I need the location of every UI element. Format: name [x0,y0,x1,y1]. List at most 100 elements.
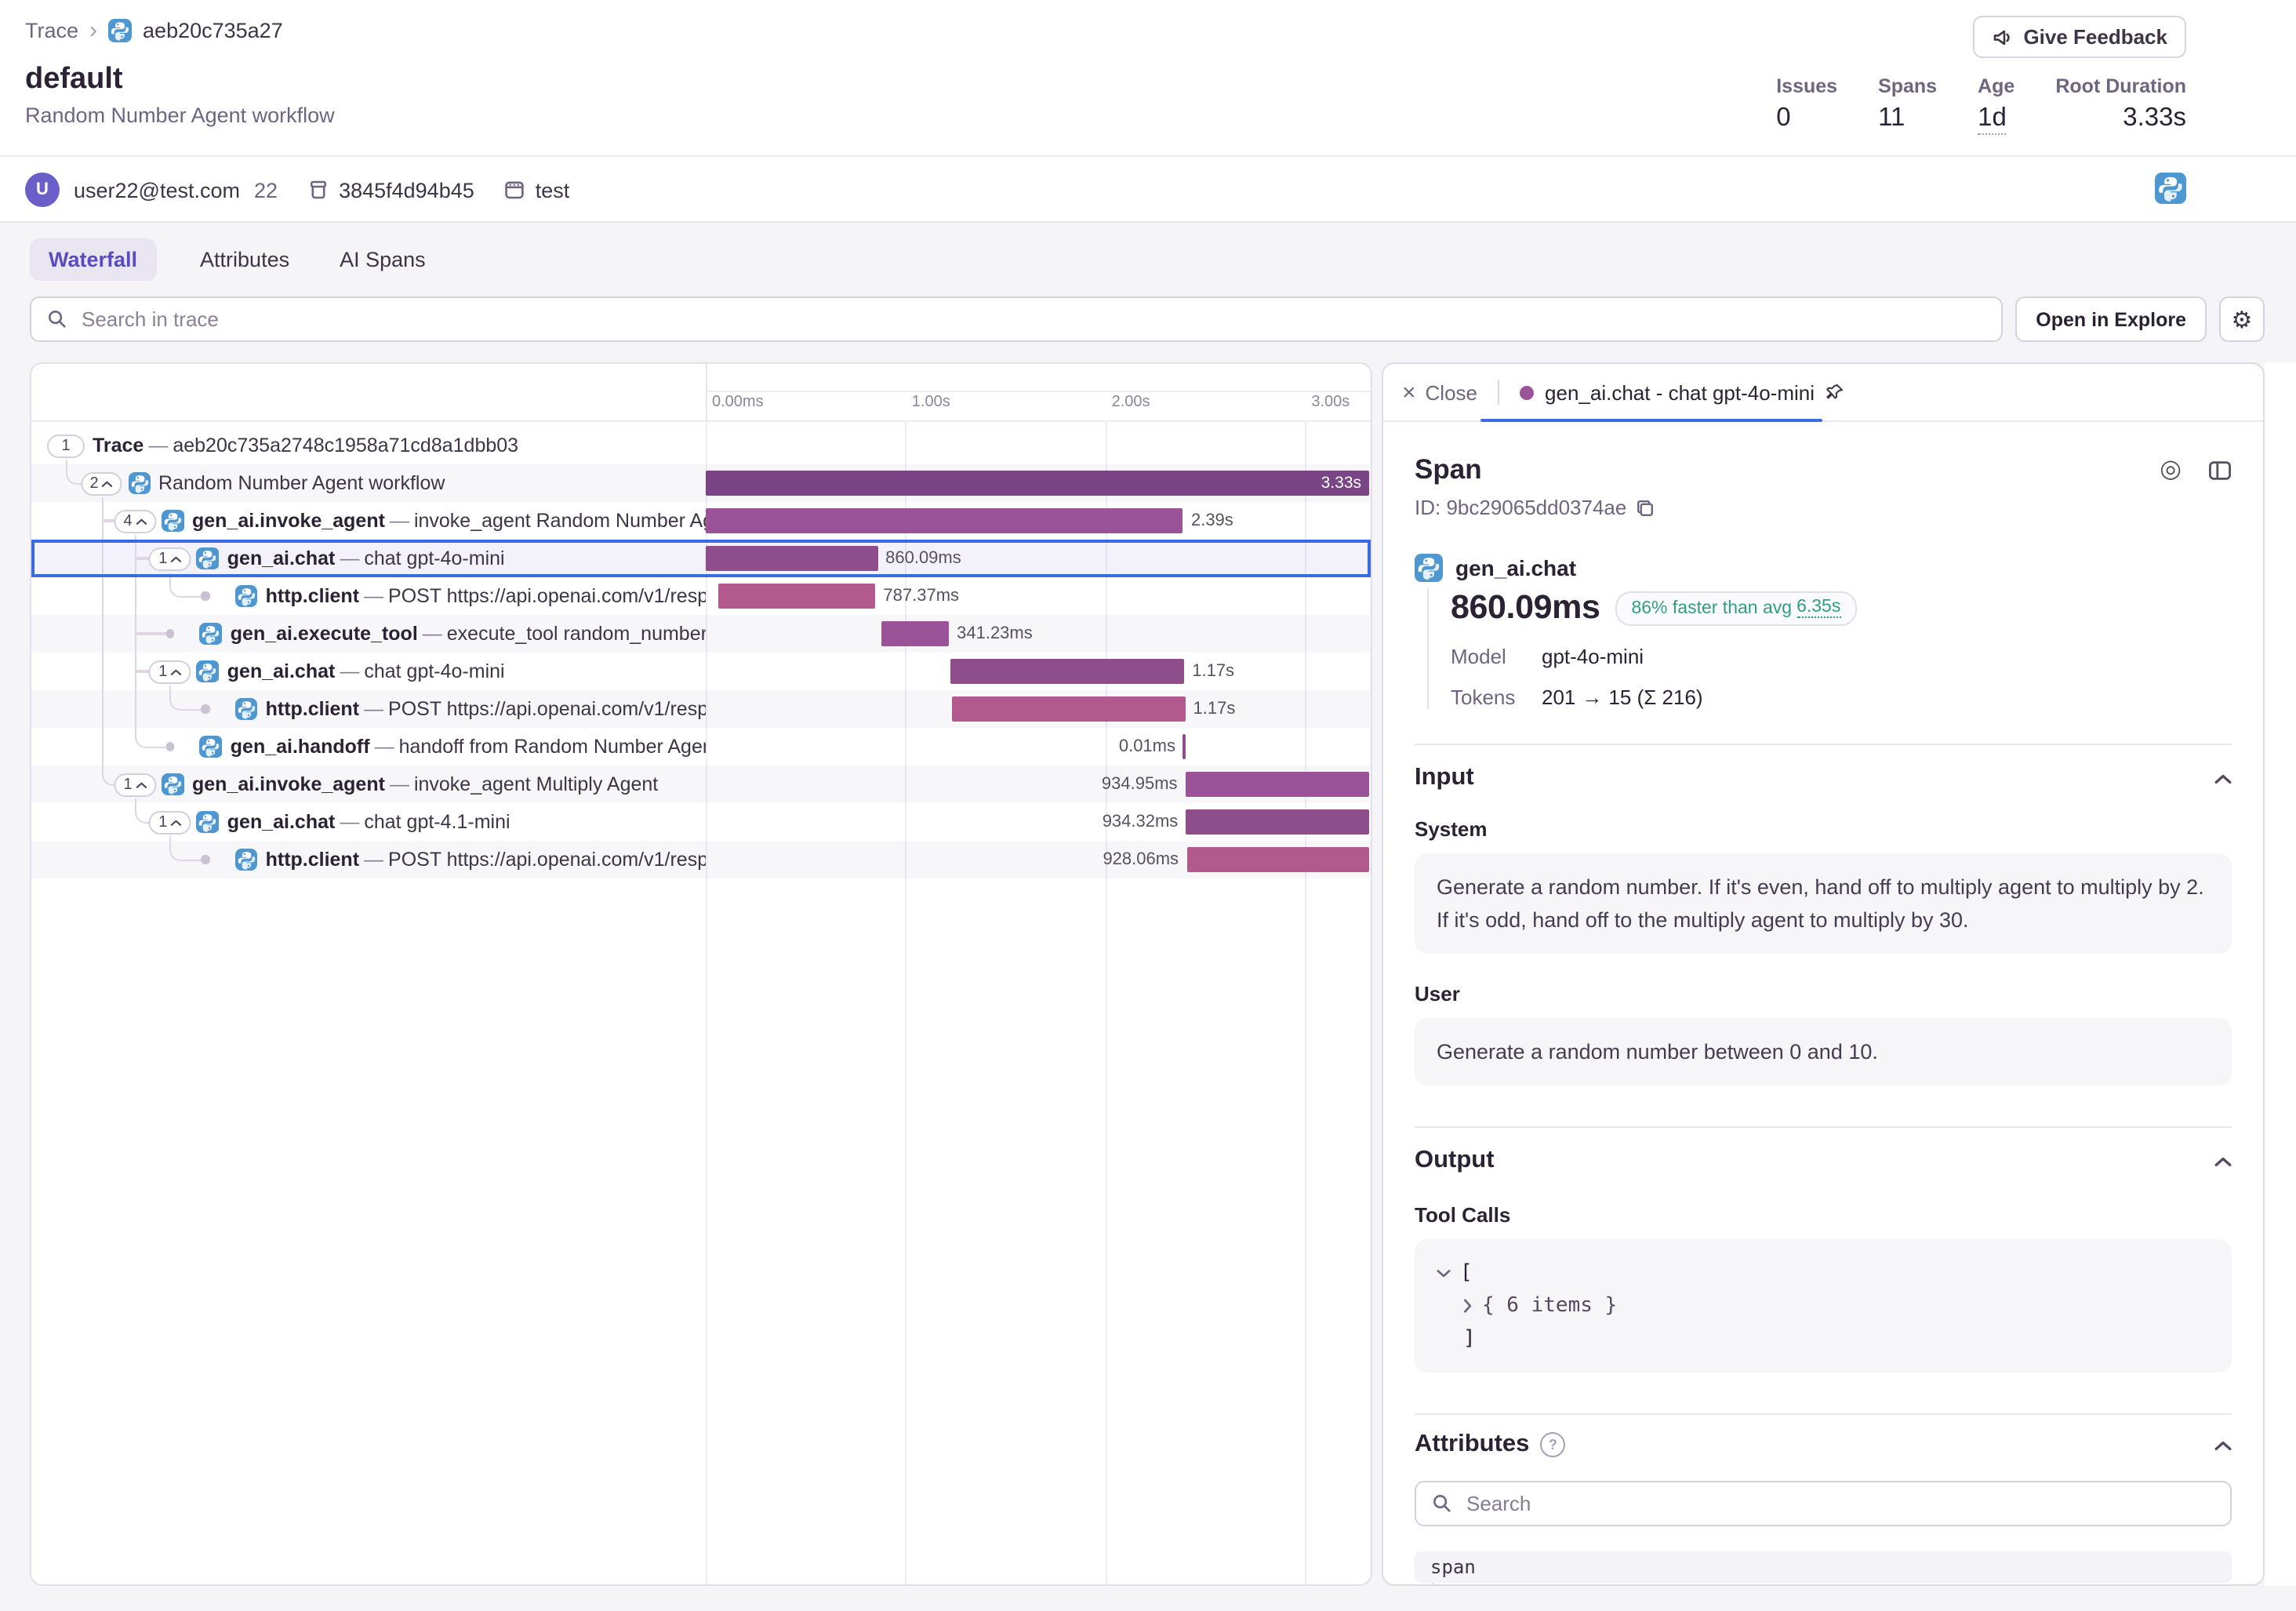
span-row-label[interactable]: 1Trace—aeb20c735a2748c1958a71cd8a1dbb03 [31,427,706,464]
python-platform-icon [2155,173,2186,204]
breadcrumb: Trace › aeb20c735a27 [25,19,283,42]
help-icon[interactable]: ? [1540,1432,1565,1457]
stat-value: 0 [1776,104,1837,133]
span-row-label[interactable]: gen_ai.handoff—handoff from Random Numbe… [31,728,706,765]
span-children-badge[interactable]: 1 [47,434,85,457]
collapse-attributes-icon[interactable] [2214,1439,2232,1450]
span-row-label[interactable]: 2Random Number Agent workflow [31,464,706,502]
environment-name: test [536,178,570,202]
axis-tick-label: 1.00s [912,394,950,411]
chevron-right-icon: › [89,19,97,42]
browser-icon [504,179,526,201]
trace-search-input[interactable] [78,306,1985,333]
page-subtitle: Random Number Agent workflow [25,104,335,127]
tab-attributes[interactable]: Attributes [194,238,296,281]
release-id: 3845f4d94b45 [339,178,474,202]
span-duration-bar[interactable] [950,659,1184,684]
copy-icon[interactable] [1636,498,1655,517]
span-children-badge[interactable]: 1 [149,547,191,570]
release-item[interactable]: 3845f4d94b45 [307,178,474,202]
span-children-badge[interactable]: 4 [114,509,155,533]
python-icon [200,735,223,758]
span-duration-bar[interactable]: 3.33s [706,471,1369,496]
environment-item[interactable]: test [504,178,570,202]
user-email[interactable]: user22@test.com [74,178,240,202]
python-icon [197,547,220,569]
span-duration-bar[interactable] [951,696,1185,722]
span-duration-bar[interactable] [1186,772,1369,797]
span-duration-bar[interactable] [1183,734,1186,759]
span-duration-bar[interactable] [706,508,1183,533]
python-icon [197,810,220,833]
detail-scroll-area[interactable]: Span ◎ ID: 9bc29065dd0374ae gen_ai.chat [1383,422,2263,1586]
span-children-badge[interactable]: 1 [149,810,191,834]
scrollbar-track[interactable] [2265,362,2296,1586]
tab-waterfall[interactable]: Waterfall [30,238,156,281]
close-icon: × [1402,380,1416,404]
settings-button[interactable]: ⚙ [2219,296,2265,342]
attributes-search-input[interactable] [1463,1490,2214,1517]
system-label: System [1415,817,2232,841]
open-in-explore-button[interactable]: Open in Explore [2015,296,2207,342]
collapse-output-icon[interactable] [2214,1155,2232,1166]
focus-span-icon[interactable]: ◎ [2160,457,2182,482]
stat-root-duration: Root Duration3.33s [2055,75,2186,133]
model-label: Model [1451,645,1542,668]
span-duration-bar[interactable] [706,546,877,571]
chevron-up-icon [102,479,113,487]
performance-badge: 86% faster than avg6.35s [1615,591,1856,625]
span-row-label[interactable]: 1gen_ai.chat—chat gpt-4.1-mini [31,803,706,841]
span-duration-bar[interactable] [1186,847,1369,872]
span-children-badge[interactable]: 2 [80,471,122,495]
give-feedback-label: Give Feedback [2023,25,2167,49]
tokens-value: 201→15 (Σ 216) [1542,685,1703,709]
json-expand-icon[interactable] [1437,1268,1451,1278]
avg-duration[interactable]: 6.35s [1796,598,1840,618]
page-title: default [25,63,335,97]
waterfall-header-divider [31,420,706,422]
json-bracket: ] [1463,1327,1476,1351]
tab-ai-spans[interactable]: AI Spans [333,238,432,281]
json-collapsed-icon[interactable] [1463,1299,1473,1313]
give-feedback-button[interactable]: Give Feedback [1973,16,2186,58]
span-row-label[interactable]: 1gen_ai.chat—chat gpt-4o-mini [31,540,706,577]
python-icon [162,509,184,532]
stat-label: Age [1978,75,2014,97]
span-detail-tab[interactable]: gen_ai.chat - chat gpt-4o-mini [1513,380,1851,404]
span-row-label[interactable]: 4gen_ai.invoke_agent—invoke_agent Random… [31,502,706,540]
layout-columns-icon[interactable] [2208,459,2232,481]
span-duration-bar[interactable] [1186,809,1369,835]
close-button[interactable]: × Close [1396,380,1484,404]
span-duration-bar[interactable] [881,621,949,646]
span-row-label[interactable]: 1gen_ai.invoke_agent—invoke_agent Multip… [31,765,706,803]
waterfall-panel: 0.00ms1.00s2.00s3.00s 1Trace—aeb20c735a2… [30,362,1372,1586]
stat-value-text[interactable]: 1d [1978,104,2007,135]
span-duration-label: 0.01ms [1119,728,1175,765]
breadcrumb-trace-link[interactable]: Trace [25,19,78,42]
span-duration-label: 928.06ms [1103,841,1179,878]
span-row-text: gen_ai.handoff—handoff from Random Numbe… [231,728,706,765]
span-row-label[interactable]: http.client—POST https://api.openai.com/… [31,690,706,728]
span-children-badge[interactable]: 1 [114,773,155,796]
json-collapsed-object[interactable]: { 6 items } [1482,1294,1617,1318]
chevron-up-icon [136,780,147,788]
search-icon [1432,1493,1452,1514]
span-duration-bar[interactable] [718,584,876,609]
pin-icon[interactable] [1826,383,1844,402]
trace-content: Waterfall Attributes AI Spans Open in Expl… [0,223,2296,1611]
trace-meta-row: U user22@test.com 22 3845f4d94b45 test [0,157,2296,223]
stat-value-text: 3.33s [2123,104,2186,132]
user-count: 22 [254,178,278,202]
view-tabs: Waterfall Attributes AI Spans [30,238,432,281]
span-row-label[interactable]: 1gen_ai.chat—chat gpt-4o-mini [31,653,706,690]
megaphone-icon [1992,26,2014,48]
active-tab-underline [1480,418,1822,422]
span-children-badge[interactable]: 1 [149,660,191,683]
span-row-text: http.client—POST https://api.openai.com/… [266,690,706,728]
span-row-label[interactable]: gen_ai.execute_tool—execute_tool random_… [31,615,706,653]
stat-value: 11 [1878,104,1937,133]
collapse-input-icon[interactable] [2214,773,2232,784]
span-row-label[interactable]: http.client—POST https://api.openai.com/… [31,577,706,615]
span-row-label[interactable]: http.client—POST https://api.openai.com/… [31,841,706,878]
user-label: User [1415,982,2232,1006]
